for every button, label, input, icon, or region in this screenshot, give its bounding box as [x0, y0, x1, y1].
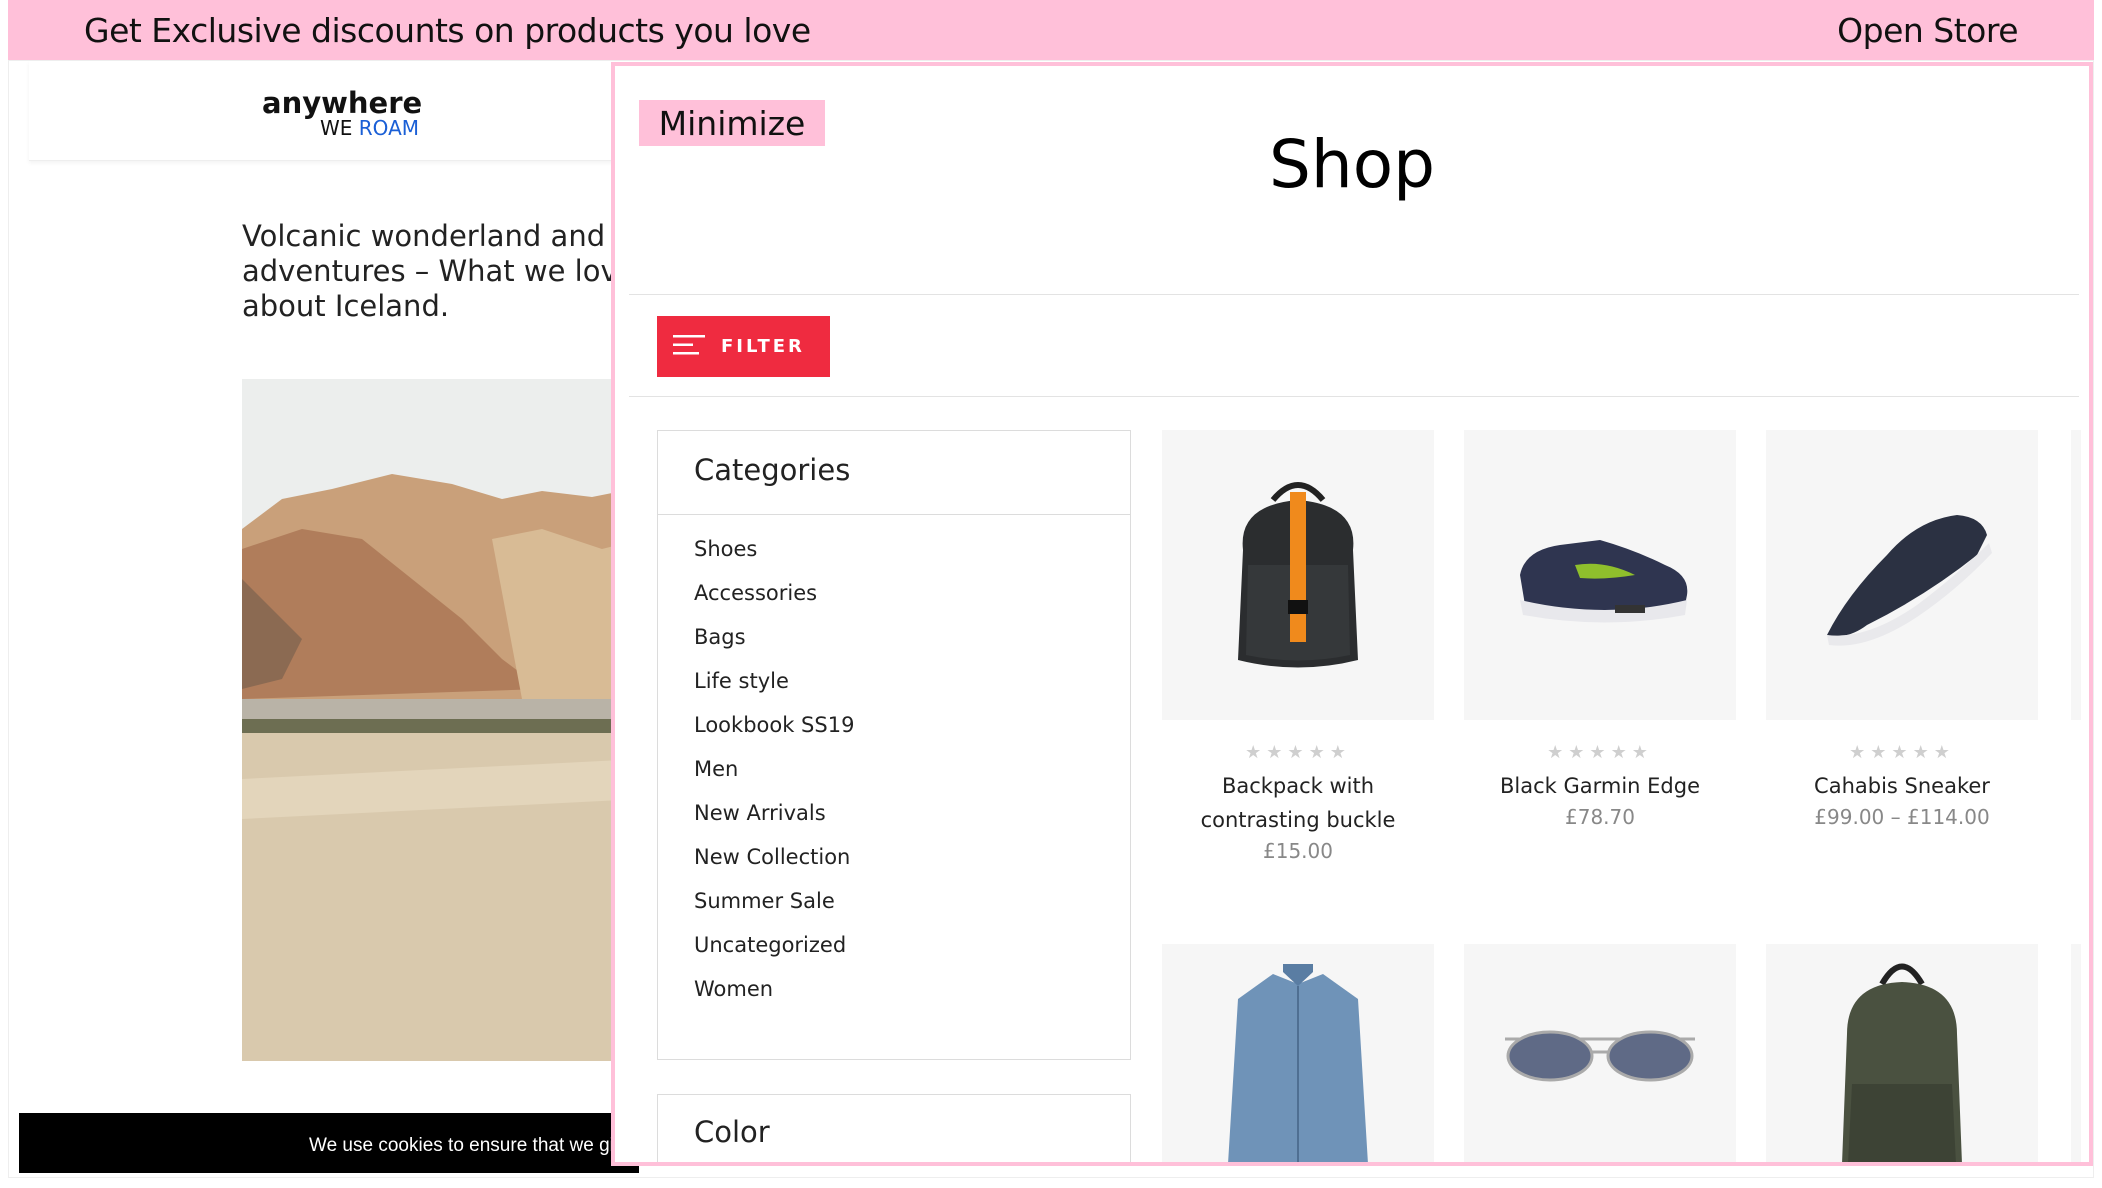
category-link[interactable]: Men	[694, 747, 1130, 791]
promo-text: Get Exclusive discounts on products you …	[84, 10, 811, 50]
product-name[interactable]: Cahabis Sneaker	[1766, 769, 2038, 803]
product-card[interactable]	[1766, 944, 2038, 1162]
rating-stars: ★★★★★	[1245, 742, 1351, 763]
filter-label: FILTER	[721, 336, 805, 357]
logo-we: WE	[320, 116, 353, 140]
category-link[interactable]: Summer Sale	[694, 879, 1130, 923]
product-card[interactable]: ★★★★★ Black Garmin Edge £78.70	[1464, 430, 1736, 829]
category-link[interactable]: Bags	[694, 615, 1130, 659]
product-card[interactable]	[1162, 944, 1434, 1162]
divider	[629, 294, 2079, 295]
logo-tagline: WE ROAM	[320, 118, 422, 138]
filter-button[interactable]: FILTER	[657, 316, 830, 377]
page-title: Shop	[1269, 126, 1435, 203]
open-store-link[interactable]: Open Store	[1837, 11, 2018, 50]
category-link[interactable]: Accessories	[694, 571, 1130, 615]
hero-image	[242, 379, 642, 1061]
filter-icon	[673, 334, 707, 359]
logo-wordmark: anywhere	[262, 86, 423, 120]
sneaker-image[interactable]	[1464, 430, 1736, 720]
slip-on-shoe-image[interactable]	[1766, 430, 2038, 720]
color-title: Color	[694, 1115, 770, 1149]
sunglasses-image[interactable]	[1464, 944, 1736, 1162]
product-card[interactable]: ★★★★★ Backpack with contrasting buckle £…	[1162, 430, 1434, 863]
cookie-notice: We use cookies to ensure that we give yo…	[19, 1113, 639, 1173]
category-link[interactable]: Life style	[694, 659, 1130, 703]
category-link[interactable]: New Arrivals	[694, 791, 1130, 835]
shop-modal: Minimize Shop FILTER Categories Shoes Ac…	[611, 62, 2093, 1166]
categories-widget: Categories Shoes Accessories Bags Life s…	[657, 430, 1131, 1060]
denim-shirt-image[interactable]	[1162, 944, 1434, 1162]
site-header: anywhere WE ROAM	[29, 61, 629, 161]
site-logo[interactable]: anywhere WE ROAM	[262, 86, 423, 139]
category-link[interactable]: Uncategorized	[694, 923, 1130, 967]
article-title[interactable]: Volcanic wonderland and adventures – Wha…	[242, 219, 642, 324]
divider	[629, 396, 2079, 397]
green-backpack-image[interactable]	[1766, 944, 2038, 1162]
product-name[interactable]: Backpack with contrasting buckle	[1162, 769, 1434, 837]
product-card[interactable]	[1464, 944, 1736, 1162]
product-price: £78.70	[1565, 805, 1635, 829]
logo-roam: ROAM	[358, 116, 420, 140]
rating-stars: ★★★★★	[1849, 742, 1955, 763]
category-list: Shoes Accessories Bags Life style Lookbo…	[658, 515, 1130, 1011]
category-link[interactable]: New Collection	[694, 835, 1130, 879]
category-link[interactable]: Shoes	[694, 527, 1130, 571]
promo-bar: Get Exclusive discounts on products you …	[8, 0, 2094, 60]
product-card[interactable]: ★★★★★ Cahabis Sneaker £99.00 – £114.00	[1766, 430, 2038, 829]
backpack-image[interactable]	[1162, 430, 1434, 720]
product-name[interactable]: Black Garmin Edge	[1464, 769, 1736, 803]
rating-stars: ★★★★★	[1547, 742, 1653, 763]
categories-title: Categories	[658, 431, 1130, 515]
category-link[interactable]: Women	[694, 967, 1130, 1011]
product-price: £15.00	[1263, 839, 1333, 863]
product-price: £99.00 – £114.00	[1814, 805, 1990, 829]
product-card-partial	[2071, 944, 2081, 1162]
color-widget: Color	[657, 1094, 1131, 1162]
product-card-partial	[2071, 430, 2081, 720]
category-link[interactable]: Lookbook SS19	[694, 703, 1130, 747]
